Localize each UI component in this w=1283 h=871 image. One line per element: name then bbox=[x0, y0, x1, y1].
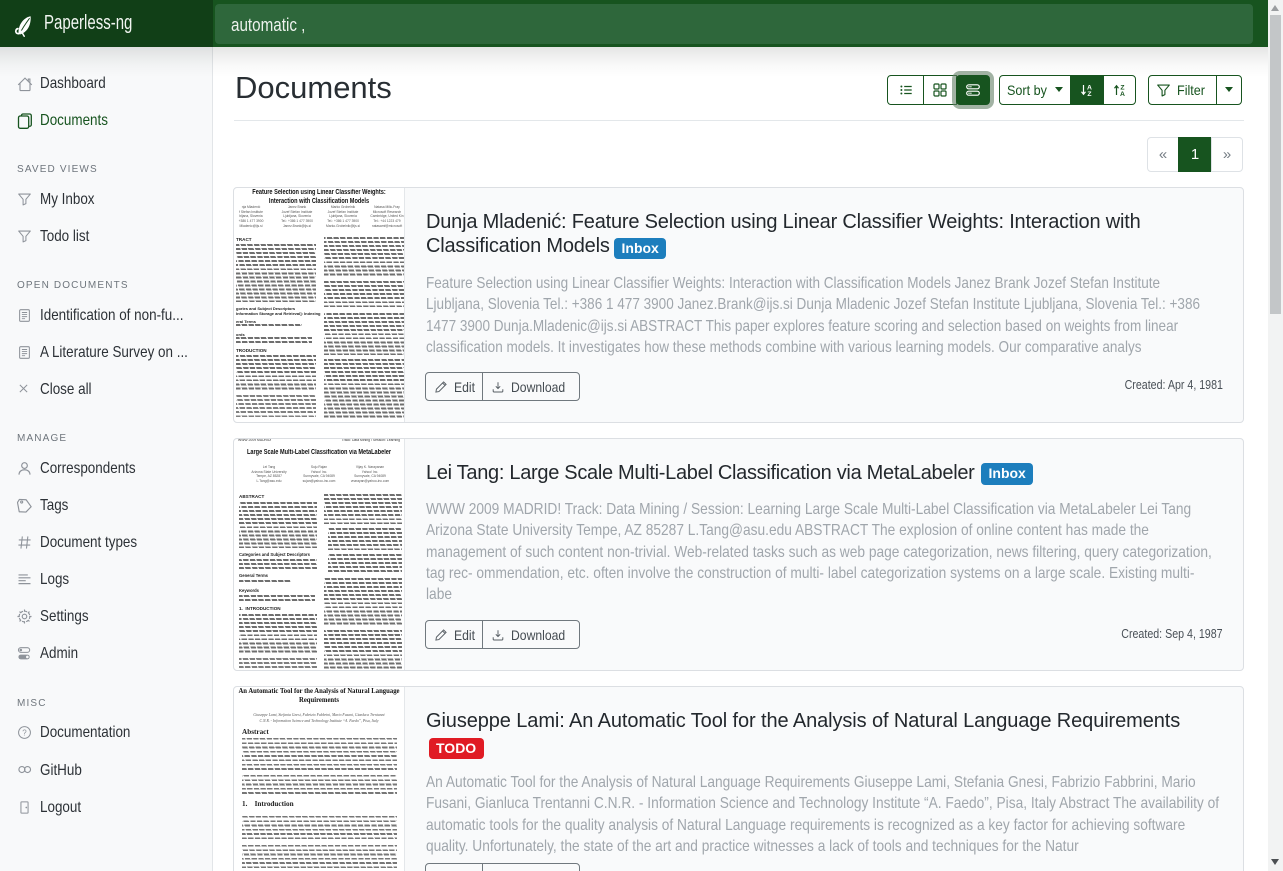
svg-text:Z: Z bbox=[1087, 91, 1091, 98]
svg-text:A: A bbox=[1120, 91, 1125, 98]
svg-text:?: ? bbox=[22, 729, 27, 738]
